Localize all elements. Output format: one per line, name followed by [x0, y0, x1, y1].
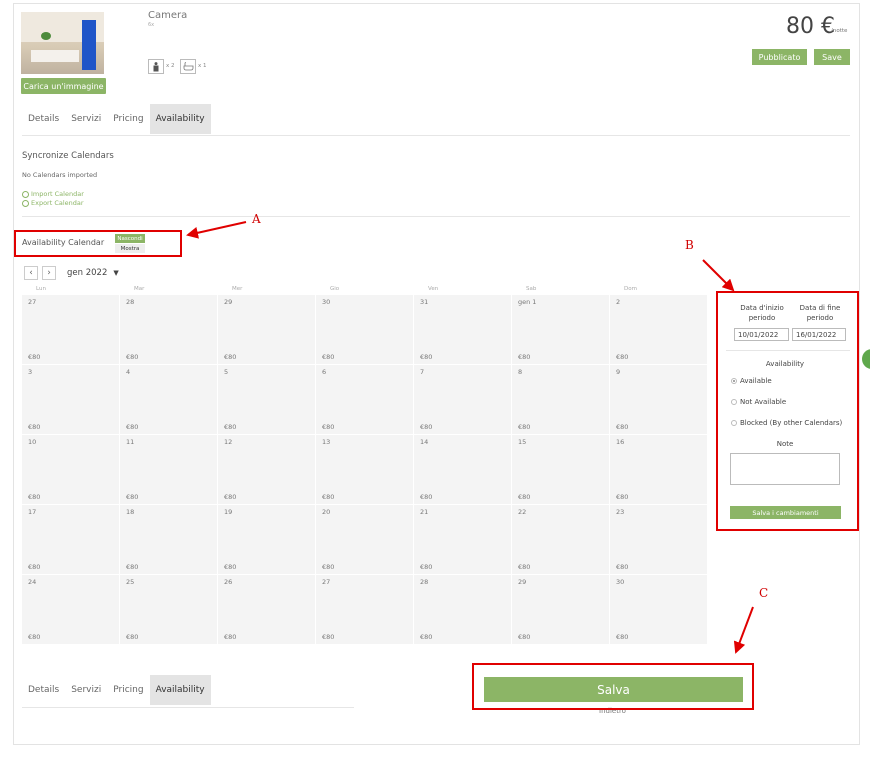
annotation-arrows [186, 221, 754, 654]
arrow-a [186, 221, 247, 239]
arrow-c [733, 606, 754, 654]
annotation-label-c: C [759, 586, 769, 600]
annotation-label-a: A [252, 212, 261, 226]
annotation-label-b: B [685, 238, 694, 252]
arrow-b [702, 259, 735, 292]
